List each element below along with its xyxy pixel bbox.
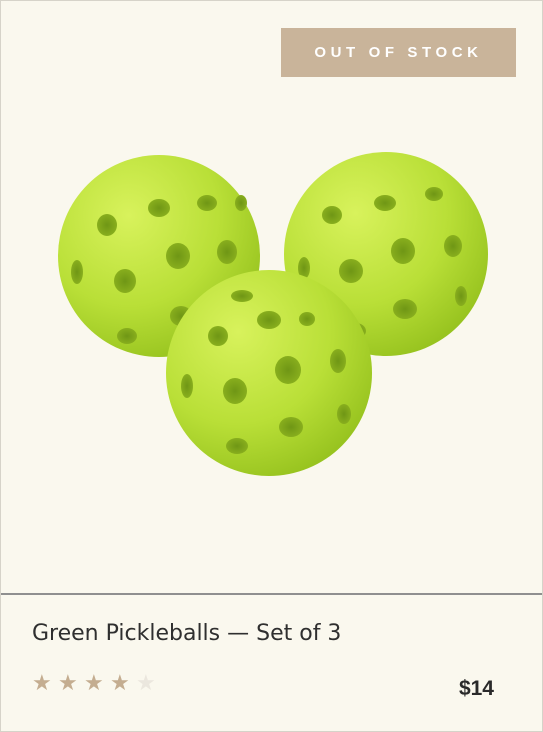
pickleball-front	[166, 270, 372, 476]
star-icon: ★	[58, 671, 78, 696]
product-image-area[interactable]: OUT OF STOCK	[1, 1, 542, 593]
out-of-stock-badge: OUT OF STOCK	[281, 28, 516, 77]
star-icon: ★	[84, 671, 104, 696]
divider	[1, 593, 542, 595]
star-icon: ★	[136, 671, 156, 696]
product-card[interactable]: OUT OF STOCK Green Pickleballs — Set of …	[0, 0, 543, 732]
star-icon: ★	[32, 671, 52, 696]
star-icon: ★	[110, 671, 130, 696]
product-price: $14	[458, 677, 494, 700]
product-image[interactable]	[41, 151, 511, 501]
product-title[interactable]: Green Pickleballs — Set of 3	[32, 621, 341, 646]
star-rating: ★ ★ ★ ★ ★	[32, 673, 158, 695]
